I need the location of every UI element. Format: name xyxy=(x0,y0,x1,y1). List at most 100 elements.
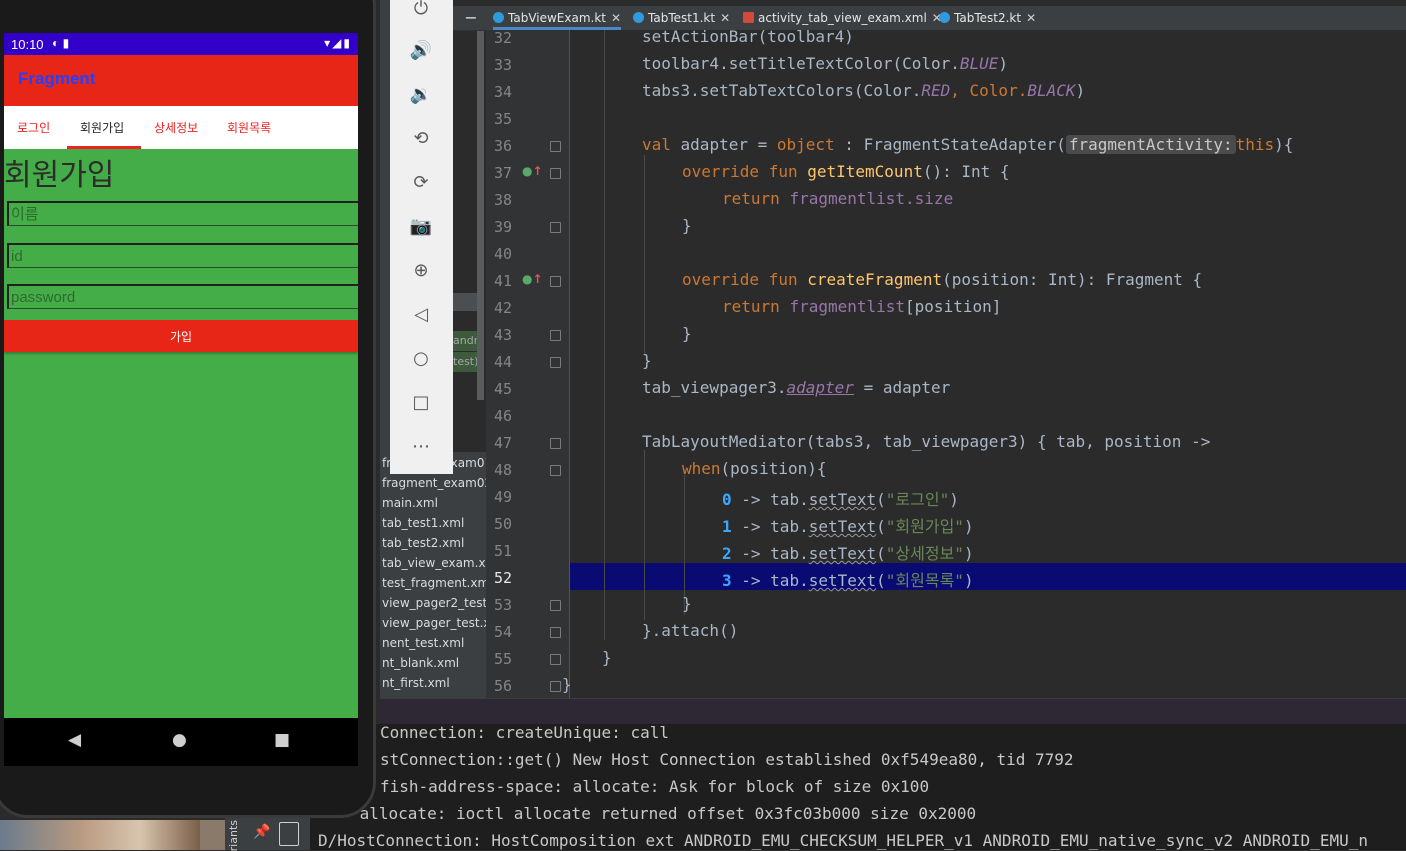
nav-home-icon[interactable]: ● xyxy=(172,730,187,750)
more-icon[interactable]: ⋯ xyxy=(408,434,434,460)
project-file[interactable]: view_pager_test.xml xyxy=(382,616,486,630)
print-icon[interactable] xyxy=(279,822,299,846)
tab-login[interactable]: 로그인 xyxy=(17,119,50,136)
line-number: 43 xyxy=(493,326,512,344)
project-selected-row[interactable] xyxy=(453,293,477,311)
fold-icon[interactable] xyxy=(550,222,561,233)
pin-icon[interactable]: 📌 xyxy=(253,824,270,840)
console-line: allocate: ioctl allocate returned offset… xyxy=(350,804,977,823)
tab-label: TabTest1.kt xyxy=(648,11,716,25)
line-number: 37 xyxy=(493,164,512,182)
build-variants-tab[interactable]: riants xyxy=(227,820,240,851)
line-number: 50 xyxy=(493,515,512,533)
indent-guide xyxy=(644,450,645,620)
line-number: 53 xyxy=(493,596,512,614)
project-file[interactable]: nt_blank.xml xyxy=(382,656,459,670)
code-line: when(position){ xyxy=(682,459,827,478)
join-button[interactable]: 가입 xyxy=(4,320,358,352)
code-editor[interactable]: 32 33 34 35 36 37 38 39 40 41 42 43 44 4… xyxy=(486,30,1406,698)
status-bar: 10:10 ◐ ▮ ▾◢▮ xyxy=(4,33,358,55)
fold-icon[interactable] xyxy=(550,681,561,692)
code-line-current: 3 -> tab.setText("회원목록") xyxy=(722,571,974,590)
fold-icon[interactable] xyxy=(550,654,561,665)
close-icon[interactable]: ✕ xyxy=(720,11,730,25)
tab-tabtest2[interactable]: TabTest2.kt ✕ xyxy=(939,6,1036,30)
nav-recents-icon[interactable]: ■ xyxy=(274,730,290,750)
code-line: val adapter = object : FragmentStateAdap… xyxy=(642,135,1294,154)
tab-details[interactable]: 상세정보 xyxy=(154,119,198,136)
code-line: }.attach() xyxy=(642,621,739,640)
rotate-left-icon[interactable]: ⟲ xyxy=(408,126,434,152)
home-icon[interactable]: ○ xyxy=(408,346,434,372)
notification-icons: ◐ ▮ xyxy=(52,36,70,50)
volume-up-icon[interactable]: 🔊 xyxy=(408,38,434,64)
fold-icon[interactable] xyxy=(550,465,561,476)
project-file[interactable]: nent_test.xml xyxy=(382,636,464,650)
fold-icon[interactable] xyxy=(550,276,561,287)
code-line: setActionBar(toolbar4) xyxy=(642,30,854,46)
fold-icon[interactable] xyxy=(550,357,561,368)
zoom-icon[interactable]: ⊕ xyxy=(408,258,434,284)
app-bar: Fragment xyxy=(4,55,358,106)
console-line: Connection: createUnique: call xyxy=(380,724,669,742)
line-number: 45 xyxy=(493,380,512,398)
password-field[interactable] xyxy=(7,284,358,309)
code-line: } xyxy=(682,594,692,613)
project-file[interactable]: main.xml xyxy=(382,496,438,510)
nav-back-icon[interactable]: ◀ xyxy=(68,730,81,750)
code-line: override fun getItemCount(): Int { xyxy=(682,162,1010,181)
name-field[interactable] xyxy=(7,201,358,226)
close-icon[interactable]: ✕ xyxy=(611,11,621,25)
rotate-right-icon[interactable]: ⟳ xyxy=(408,170,434,196)
console-line: stConnection::get() New Host Connection … xyxy=(380,750,1074,769)
close-icon[interactable]: ✕ xyxy=(1026,11,1036,25)
override-marker-icon[interactable]: ●↑ xyxy=(522,272,543,286)
run-console[interactable]: Connection: createUnique: call stConnect… xyxy=(310,724,1406,850)
tab-tabtest1[interactable]: TabTest1.kt ✕ xyxy=(633,6,730,30)
indent-guide xyxy=(604,30,605,640)
power-icon[interactable]: ⏻ xyxy=(408,0,434,22)
overview-icon[interactable]: □ xyxy=(408,390,434,416)
project-scrollbar[interactable] xyxy=(477,30,484,400)
back-icon[interactable]: ◁ xyxy=(408,302,434,328)
project-file[interactable]: tab_test1.xml xyxy=(382,516,464,530)
tab-member-list[interactable]: 회원목록 xyxy=(227,119,271,136)
project-file[interactable]: view_pager2_test.xml xyxy=(382,596,486,610)
phone-frame: 10:10 ◐ ▮ ▾◢▮ Fragment 로그인 회원가입 상세정보 회원목… xyxy=(0,0,376,818)
line-number: 40 xyxy=(493,245,512,263)
project-file[interactable]: tab_test2.xml xyxy=(382,536,464,550)
editor-gutter: 32 33 34 35 36 37 38 39 40 41 42 43 44 4… xyxy=(486,30,570,698)
project-file[interactable]: fragment_exam02.xml xyxy=(382,476,486,490)
project-row-test[interactable]: test) xyxy=(453,352,477,372)
fold-icon[interactable] xyxy=(550,438,561,449)
line-number: 39 xyxy=(493,218,512,236)
tab-tabviewexam[interactable]: TabViewExam.kt ✕ xyxy=(493,6,622,30)
project-row-androidtest[interactable]: andr xyxy=(453,331,477,351)
camera-icon[interactable]: 📷 xyxy=(408,214,434,240)
code-line: toolbar4.setTitleTextColor(Color.BLUE) xyxy=(642,54,1009,73)
phone-screen: 10:10 ◐ ▮ ▾◢▮ Fragment 로그인 회원가입 상세정보 회원목… xyxy=(4,33,358,718)
project-file[interactable]: tab_view_exam.xml xyxy=(382,556,486,570)
line-number: 33 xyxy=(493,56,512,74)
collapse-icon[interactable]: − xyxy=(461,8,481,28)
fold-icon[interactable] xyxy=(550,330,561,341)
id-field[interactable] xyxy=(7,243,358,268)
console-line: D/HostConnection: HostComposition ext AN… xyxy=(318,831,1368,850)
code-line: 2 -> tab.setText("상세정보") xyxy=(722,544,974,563)
fold-icon[interactable] xyxy=(550,141,561,152)
side-tool-strip: riants 📌 xyxy=(225,818,310,851)
line-number: 54 xyxy=(493,623,512,641)
tab-activity-xml[interactable]: activity_tab_view_exam.xml ✕ xyxy=(743,6,942,30)
project-file[interactable]: nt_first.xml xyxy=(382,676,450,690)
fold-icon[interactable] xyxy=(550,168,561,179)
code-line: override fun createFragment(position: In… xyxy=(682,270,1203,289)
fold-icon[interactable] xyxy=(550,600,561,611)
project-file[interactable]: test_fragment.xml xyxy=(382,576,486,590)
tab-signup[interactable]: 회원가입 xyxy=(80,119,124,136)
volume-down-icon[interactable]: 🔉 xyxy=(408,82,434,108)
line-number: 48 xyxy=(493,461,512,479)
override-marker-icon[interactable]: ●↑ xyxy=(522,164,543,178)
line-number: 34 xyxy=(493,83,512,101)
code-line: } xyxy=(682,324,692,343)
fold-icon[interactable] xyxy=(550,627,561,638)
